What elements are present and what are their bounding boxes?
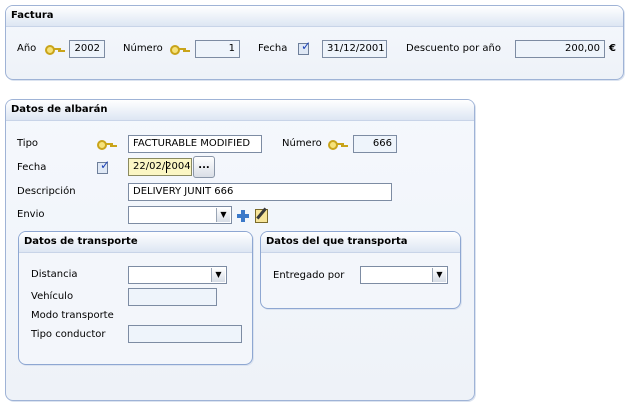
fecha-label: Fecha — [258, 43, 288, 54]
descuento-field[interactable]: 200,00 — [515, 40, 605, 58]
transporte-title: Datos de transporte — [19, 232, 252, 253]
entregado-select[interactable]: ▼ — [360, 266, 448, 284]
albaran-fecha-label: Fecha — [17, 162, 47, 173]
chevron-down-icon[interactable]: ▼ — [216, 208, 230, 222]
fecha-calendar-icon: ✓ — [298, 39, 312, 55]
vehiculo-field[interactable] — [128, 288, 217, 306]
numero-field[interactable]: 1 — [195, 40, 240, 58]
ano-field[interactable]: 2002 — [69, 40, 105, 58]
distancia-select[interactable]: ▼ — [128, 266, 227, 284]
albaran-fecha-field[interactable]: 22/02/2004 — [128, 158, 192, 176]
factura-panel: Factura Año 2002 Número 1 Fecha ✓ 31/12/… — [5, 5, 624, 80]
tipo-conductor-label: Tipo conductor — [31, 329, 106, 340]
albaran-numero-key-icon — [328, 139, 344, 150]
factura-title: Factura — [6, 6, 623, 27]
transportista-title: Datos del que transporta — [261, 232, 460, 253]
descripcion-label: Descripción — [17, 186, 76, 197]
albaran-numero-field[interactable]: 666 — [353, 135, 397, 153]
envio-label: Envio — [17, 209, 45, 220]
tipo-conductor-field[interactable] — [128, 325, 242, 343]
ano-label: Año — [17, 43, 37, 54]
tipo-key-icon — [97, 139, 113, 150]
envio-select[interactable]: ▼ — [128, 206, 232, 224]
chevron-down-icon[interactable]: ▼ — [432, 268, 446, 282]
edit-envio-icon[interactable] — [254, 207, 270, 223]
descuento-label: Descuento por año — [406, 43, 501, 54]
numero-label: Número — [123, 43, 163, 54]
transporte-panel: Datos de transporte Distancia ▼ Vehículo… — [18, 231, 253, 365]
chevron-down-icon[interactable]: ▼ — [211, 268, 225, 282]
modo-transporte-label: Modo transporte — [31, 310, 114, 321]
albaran-numero-label: Número — [282, 138, 322, 149]
descripcion-field[interactable]: DELIVERY JUNIT 666 — [128, 183, 392, 201]
tipo-label: Tipo — [17, 138, 39, 149]
distancia-label: Distancia — [31, 269, 78, 280]
entregado-label: Entregado por — [273, 270, 345, 281]
text-cursor — [166, 161, 167, 173]
ano-key-icon — [45, 44, 61, 55]
albaran-fecha-calendar-icon: ✓ — [97, 158, 111, 174]
add-envio-icon[interactable] — [237, 210, 249, 222]
tipo-field[interactable]: FACTURABLE MODIFIED — [128, 135, 262, 153]
transportista-panel: Datos del que transporta Entregado por ▼ — [260, 231, 461, 309]
fecha-field[interactable]: 31/12/2001 — [322, 40, 387, 58]
numero-key-icon — [170, 44, 186, 55]
fecha-picker-button[interactable]: ... — [193, 156, 215, 178]
vehiculo-label: Vehículo — [31, 291, 74, 302]
albaran-title: Datos de albarán — [6, 100, 474, 121]
currency-symbol: € — [609, 43, 616, 54]
albaran-panel: Datos de albarán Tipo FACTURABLE MODIFIE… — [5, 99, 475, 401]
